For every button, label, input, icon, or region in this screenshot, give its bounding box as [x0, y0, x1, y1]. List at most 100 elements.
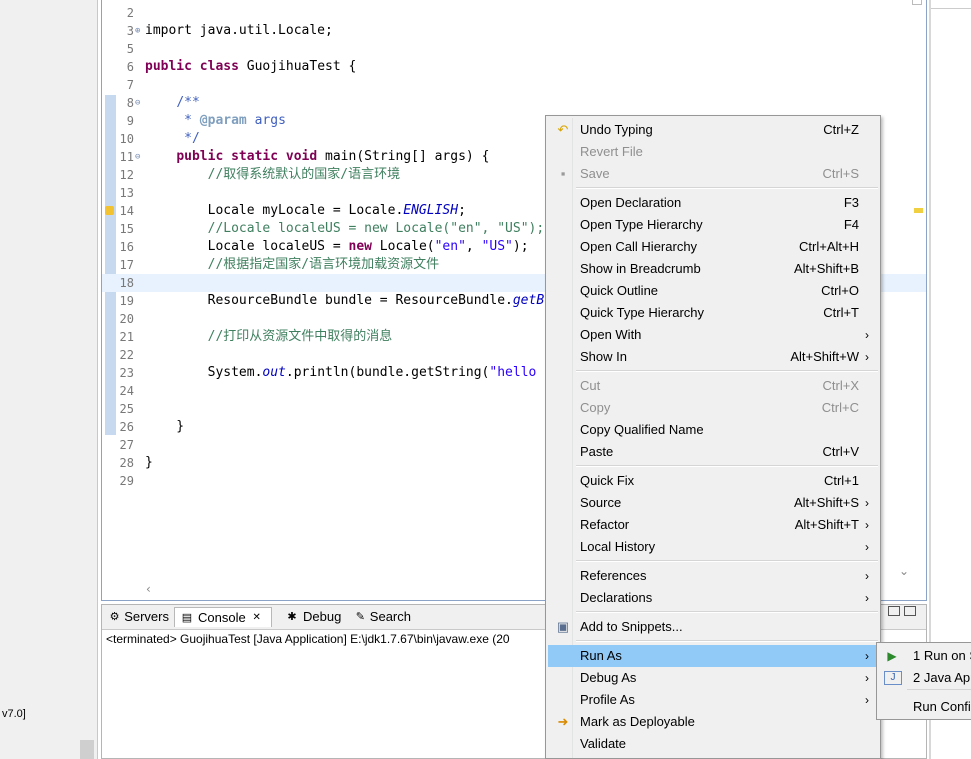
menu-item-open-call-hierarchy[interactable]: Open Call Hierarchy Ctrl+Alt+H — [548, 236, 878, 258]
left-scrollbar-thumb[interactable] — [80, 740, 94, 759]
code-token: /** — [176, 95, 200, 110]
console-icon: ▤ — [181, 611, 193, 624]
tab-debug[interactable]: ✱ Debug — [280, 607, 350, 627]
line-number: 24 — [119, 384, 134, 398]
menu-item-local-history[interactable]: Local History › — [548, 536, 878, 558]
code-line[interactable]: 2 — [102, 4, 926, 22]
code-token: "en" — [434, 239, 466, 254]
menu-item-references[interactable]: References › — [548, 565, 878, 587]
scroll-up-button[interactable] — [912, 0, 922, 5]
save-icon: ▪ — [560, 166, 566, 181]
minimize-icon[interactable] — [888, 606, 900, 616]
scroll-down-icon[interactable]: ⌄ — [899, 564, 909, 578]
menu-item-add-to-snippets[interactable]: ▣ Add to Snippets... — [548, 616, 878, 638]
menu-item-quick-type-hierarchy[interactable]: Quick Type Hierarchy Ctrl+T — [548, 302, 878, 324]
code-text: } — [145, 418, 184, 436]
code-text: ResourceBundle bundle = ResourceBundle.g… — [145, 292, 545, 310]
menu-item-declarations[interactable]: Declarations › — [548, 587, 878, 609]
menu-item-open-declaration[interactable]: Open Declaration F3 — [548, 192, 878, 214]
menu-item-paste[interactable]: Paste Ctrl+V — [548, 441, 878, 463]
line-number: 20 — [119, 312, 134, 326]
line-number: 7 — [126, 78, 134, 92]
warning-overview-marker[interactable] — [914, 208, 923, 213]
menu-item-label: Refactor — [580, 517, 630, 532]
menu-item-validate[interactable]: Validate — [548, 733, 878, 755]
debug-icon: ✱ — [287, 611, 297, 623]
code-text: //打印从资源文件中取得的消息 — [145, 328, 393, 346]
code-token: //Locale localeUS = new Locale("en", "US… — [207, 221, 545, 236]
menu-item-undo-typing[interactable]: ↶ Undo Typing Ctrl+Z — [548, 119, 878, 141]
menu-item-cut[interactable]: Cut Ctrl+X — [548, 375, 878, 397]
code-line[interactable]: 7 — [102, 76, 926, 94]
code-text: //取得系统默认的国家/语言环境 — [145, 166, 400, 184]
menu-item-open-with[interactable]: Open With › — [548, 324, 878, 346]
menu-item-show-in[interactable]: Show In Alt+Shift+W › — [548, 346, 878, 368]
code-line[interactable]: 6 public class GuojihuaTest { — [102, 58, 926, 76]
submenu-item-label: 2 Java Application — [913, 670, 971, 685]
code-token: } — [145, 419, 185, 434]
menu-item-source[interactable]: Source Alt+Shift+S › — [548, 492, 878, 514]
code-token: * — [145, 113, 200, 128]
code-line[interactable]: 3 ⊕ import java.util.Locale; — [102, 22, 926, 40]
menu-item-shortcut: Alt+Shift+S — [793, 495, 859, 510]
code-text: */ — [145, 130, 200, 148]
menu-item-label: Declarations — [580, 590, 653, 605]
submenu-item-java-application[interactable]: J 2 Java Application — [879, 667, 971, 689]
pane-divider[interactable] — [97, 0, 98, 759]
menu-item-debug-as[interactable]: Debug As › — [548, 667, 878, 689]
fold-toggle-icon[interactable]: ⊖ — [135, 148, 142, 166]
code-text: System.out.println(bundle.getString("hel… — [145, 364, 537, 382]
close-icon[interactable]: ✕ — [250, 608, 264, 628]
java-app-icon: J — [884, 671, 902, 685]
code-line[interactable]: 8 ⊖ /** — [102, 94, 926, 112]
menu-item-label: Revert File — [580, 144, 643, 159]
tab-console[interactable]: ▤ Console ✕ — [174, 607, 272, 627]
menu-item-label: Undo Typing — [580, 122, 653, 137]
menu-item-copy-qualified-name[interactable]: Copy Qualified Name — [548, 419, 878, 441]
line-number: 16 — [119, 240, 134, 254]
menu-item-quick-outline[interactable]: Quick Outline Ctrl+O — [548, 280, 878, 302]
menu-item-refactor[interactable]: Refactor Alt+Shift+T › — [548, 514, 878, 536]
context-menu: ↶ Undo Typing Ctrl+Z Revert File ▪ Save Ctrl+S… — [545, 115, 881, 759]
fold-toggle-icon[interactable]: ⊖ — [135, 94, 142, 112]
code-token: new — [348, 239, 372, 254]
line-number: 27 — [119, 438, 134, 452]
warning-icon[interactable] — [105, 206, 114, 215]
line-number: 2 — [126, 6, 134, 20]
code-token: main(String[] args) { — [317, 149, 490, 164]
menu-item-copy[interactable]: Copy Ctrl+C — [548, 397, 878, 419]
submenu-item-run-configurations[interactable]: Run Configurations... — [879, 696, 971, 718]
menu-item-revert-file[interactable]: Revert File — [548, 141, 878, 163]
menu-item-open-type-hierarchy[interactable]: Open Type Hierarchy F4 — [548, 214, 878, 236]
menu-item-mark-as-deployable[interactable]: ➜ Mark as Deployable — [548, 711, 878, 733]
tab-label: Servers — [124, 609, 169, 624]
code-token: ; — [458, 203, 466, 218]
scroll-left-icon[interactable]: ‹ — [146, 582, 151, 596]
submenu-item-run-on-server[interactable]: ▶ 1 Run on Server — [879, 645, 971, 667]
menu-item-label: Quick Outline — [580, 283, 659, 298]
snippets-icon: ▣ — [556, 619, 570, 634]
chevron-right-icon: › — [865, 591, 869, 605]
tab-search[interactable]: ✎ Search — [350, 607, 416, 627]
menu-item-label: Local History — [580, 539, 656, 554]
maximize-icon[interactable] — [904, 606, 916, 616]
fold-toggle-icon[interactable]: ⊕ — [135, 22, 142, 40]
menu-item-label: Quick Fix — [580, 473, 635, 488]
menu-item-profile-as[interactable]: Profile As › — [548, 689, 878, 711]
version-label: v7.0] — [2, 708, 26, 720]
code-token: , — [465, 239, 482, 254]
menu-item-shortcut: Ctrl+1 — [823, 473, 859, 488]
tab-servers[interactable]: ⚙ Servers — [104, 607, 174, 627]
menu-item-show-in-breadcrumb[interactable]: Show in Breadcrumb Alt+Shift+B — [548, 258, 878, 280]
code-token: } — [145, 455, 153, 470]
code-line[interactable]: 5 — [102, 40, 926, 58]
right-divider-line — [931, 8, 971, 9]
menu-item-run-as[interactable]: Run As › — [548, 645, 878, 667]
menu-item-quick-fix[interactable]: Quick Fix Ctrl+1 — [548, 470, 878, 492]
menu-item-label: Open Call Hierarchy — [580, 239, 698, 254]
menu-item-save[interactable]: ▪ Save Ctrl+S — [548, 163, 878, 185]
view-controls — [888, 606, 920, 619]
menu-item-label: Run As — [580, 648, 622, 663]
code-token: */ — [145, 131, 200, 146]
